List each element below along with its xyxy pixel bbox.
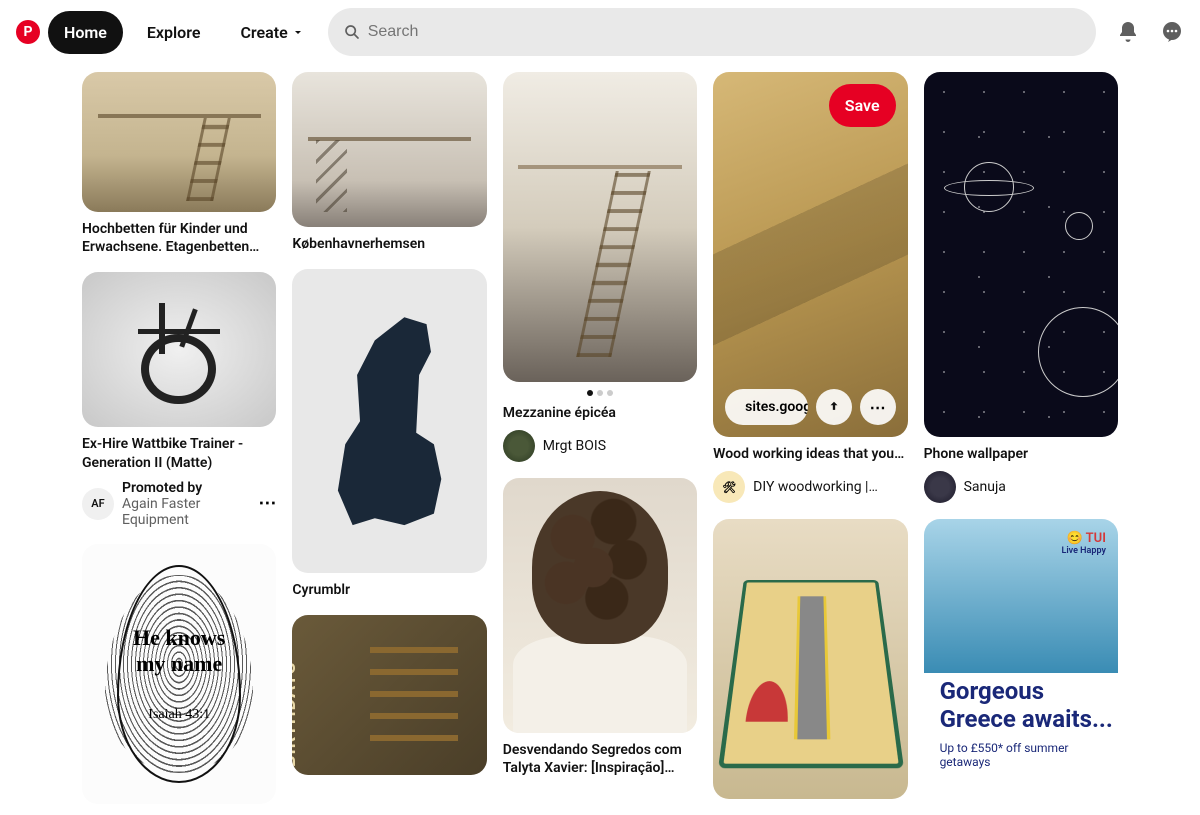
source-link[interactable]: sites.googl... <box>725 389 807 425</box>
pin-title[interactable]: Wood working ideas that you… <box>713 445 907 463</box>
pin-title[interactable]: Mezzanine épicéa <box>503 404 697 422</box>
pin: Mezzanine épicéa Mrgt BOIS <box>503 72 697 462</box>
pin-image[interactable]: Save sites.googl... ⋯ <box>713 72 907 437</box>
pin-title[interactable]: Cyrumblr <box>292 581 486 599</box>
pin-title[interactable]: Phone wallpaper <box>924 445 1118 463</box>
chevron-down-icon <box>292 26 304 38</box>
messages-button[interactable] <box>1160 20 1184 44</box>
pin-meta: 🛠 DIY woodworking |… <box>713 471 907 503</box>
dot[interactable] <box>607 390 613 396</box>
pin-overlay-actions: sites.googl... ⋯ <box>725 389 895 425</box>
more-button[interactable]: ⋯ <box>860 389 896 425</box>
pin-meta: Mrgt BOIS <box>503 430 697 462</box>
pin-image[interactable] <box>292 72 486 227</box>
more-button[interactable]: ⋯ <box>258 493 276 514</box>
pin-image[interactable]: BIRTHDAYS <box>292 615 486 775</box>
pin: BIRTHDAYS <box>292 615 486 775</box>
label-text: BIRTHDAYS <box>292 662 300 767</box>
logo-letter: P <box>23 24 32 40</box>
promo-label: Promoted by <box>122 480 250 496</box>
share-button[interactable] <box>816 389 852 425</box>
pin-meta: AF Promoted by Again Faster Equipment ⋯ <box>82 480 276 528</box>
search-input[interactable] <box>368 23 1080 41</box>
header: P Home Explore Create <box>0 0 1200 64</box>
pin <box>713 519 907 799</box>
ad-sub: Up to £550* off summer getaways <box>940 741 1118 769</box>
nav-explore[interactable]: Explore <box>131 11 217 54</box>
avatar[interactable]: AF <box>82 488 114 520</box>
avatar[interactable] <box>924 471 956 503</box>
pin: Phone wallpaper Sanuja <box>924 72 1118 503</box>
nav-home[interactable]: Home <box>48 11 123 54</box>
pin: Cyrumblr <box>292 269 486 599</box>
pin: He knows my name Isaiah 43:1 <box>82 544 276 804</box>
pin-image[interactable] <box>503 72 697 382</box>
pin-image[interactable] <box>292 269 486 573</box>
pin-title[interactable]: Desvendando Segredos com Talyta Xavier: … <box>503 741 697 777</box>
nav-create[interactable]: Create <box>224 11 319 54</box>
chat-icon <box>1160 20 1184 44</box>
pin-image[interactable] <box>503 478 697 733</box>
pin: Desvendando Segredos com Talyta Xavier: … <box>503 478 697 777</box>
dot[interactable] <box>587 390 593 396</box>
pin: Save sites.googl... ⋯ Wood working ideas… <box>713 72 907 503</box>
nav-create-label: Create <box>240 23 287 42</box>
user-name[interactable]: Sanuja <box>964 479 1006 495</box>
pin: Hochbetten für Kinder und Erwachsene. Et… <box>82 72 276 256</box>
pin-feed: Hochbetten für Kinder und Erwachsene. Et… <box>0 64 1200 815</box>
pin-image[interactable]: 😊 TUI Live Happy Gorgeous Greece awaits.… <box>924 519 1118 799</box>
pin-meta: Sanuja <box>924 471 1118 503</box>
avatar[interactable] <box>503 430 535 462</box>
avatar[interactable]: 🛠 <box>713 471 745 503</box>
share-icon <box>827 400 841 414</box>
search-icon <box>344 24 360 40</box>
pin: 😊 TUI Live Happy Gorgeous Greece awaits.… <box>924 519 1118 799</box>
ad-headline: Gorgeous Greece awaits... <box>940 678 1118 733</box>
pin-image[interactable] <box>82 72 276 212</box>
pin-title[interactable]: Ex-Hire Wattbike Trainer - Generation II… <box>82 435 276 471</box>
user-name[interactable]: Mrgt BOIS <box>543 438 606 454</box>
dot[interactable] <box>597 390 603 396</box>
pin-title[interactable]: Københavnerhemsen <box>292 235 486 253</box>
save-button[interactable]: Save <box>829 84 896 127</box>
quote-line: my name <box>136 651 222 677</box>
logo[interactable]: P <box>16 20 40 44</box>
bell-icon <box>1116 20 1140 44</box>
pin: Ex-Hire Wattbike Trainer - Generation II… <box>82 272 276 527</box>
pin-image[interactable] <box>82 272 276 427</box>
pin-title[interactable]: Hochbetten für Kinder und Erwachsene. Et… <box>82 220 276 256</box>
user-name[interactable]: DIY woodworking |… <box>753 479 878 495</box>
pin: Københavnerhemsen <box>292 72 486 253</box>
notifications-button[interactable] <box>1116 20 1140 44</box>
search-bar[interactable] <box>328 8 1096 56</box>
pin-image[interactable]: He knows my name Isaiah 43:1 <box>82 544 276 804</box>
promoter-name[interactable]: Again Faster Equipment <box>122 496 250 528</box>
pin-image[interactable] <box>924 72 1118 437</box>
pin-image[interactable] <box>713 519 907 799</box>
quote-line: He knows <box>133 625 225 651</box>
source-link-text: sites.googl... <box>745 399 807 415</box>
quote-ref: Isaiah 43:1 <box>148 707 210 723</box>
brand-logo: 😊 TUI Live Happy <box>1061 531 1106 556</box>
carousel-dots[interactable] <box>503 390 697 396</box>
